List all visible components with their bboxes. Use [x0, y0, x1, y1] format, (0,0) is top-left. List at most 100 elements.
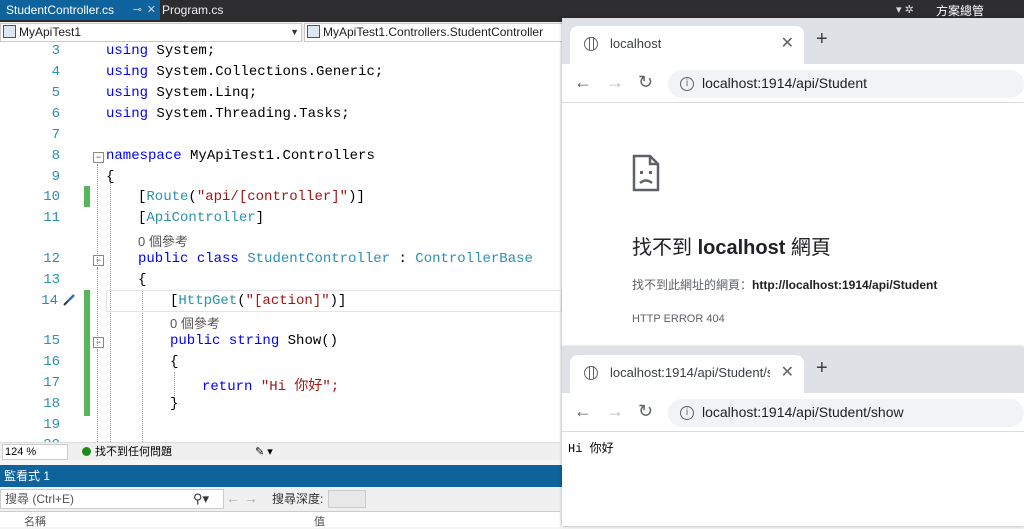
class-label: MyApiTest1.Controllers.StudentController — [323, 25, 544, 39]
watch-search-input[interactable]: 搜尋 (Ctrl+E) ⚲▾ — [0, 489, 224, 509]
line-number: 19 — [43, 417, 60, 433]
change-indicator — [84, 290, 90, 416]
column-value-header[interactable]: 值 — [314, 513, 325, 529]
tab-title: localhost:1914/api/Student/show — [610, 365, 770, 380]
browser-window-show: localhost:1914/api/Student/show ✕ + ← → … — [562, 347, 1024, 526]
project-icon — [3, 25, 16, 38]
line-number: 4 — [51, 64, 60, 80]
collapse-icon[interactable]: − — [93, 152, 104, 163]
tab-label: StudentController.cs — [6, 3, 115, 17]
code-line: using System; — [106, 43, 216, 59]
code-line: } — [170, 396, 179, 412]
line-number: 3 — [51, 43, 60, 59]
address-bar[interactable]: i localhost:1914/api/Student/show — [668, 399, 1024, 427]
watch-toolbar: 搜尋 (Ctrl+E) ⚲▾ ← → 搜尋深度: — [0, 487, 560, 511]
info-icon[interactable]: i — [680, 77, 694, 91]
code-line: { — [106, 169, 115, 185]
browser-tabstrip: localhost:1914/api/Student/show ✕ + — [562, 347, 1024, 393]
references-codelens[interactable]: 0 個參考 — [138, 231, 188, 250]
line-number: 11 — [43, 210, 60, 226]
code-line: [ApiController] — [138, 210, 265, 226]
line-number: 18 — [43, 396, 60, 412]
code-line: { — [138, 272, 147, 288]
line-number-gutter: 3 4 5 6 7 8 9 10 11 12 13 14 15 16 17 18… — [0, 42, 62, 453]
address-bar[interactable]: i localhost:1914/api/Student — [668, 70, 1024, 98]
collapse-icon[interactable]: − — [93, 255, 104, 266]
collapse-icon[interactable]: − — [93, 337, 104, 348]
code-line: using System.Threading.Tasks; — [106, 106, 350, 122]
browser-tab-localhost[interactable]: localhost ✕ — [570, 26, 804, 64]
line-number: 16 — [43, 354, 60, 370]
close-icon[interactable]: ✕ — [781, 362, 794, 382]
zoom-level-dropdown[interactable]: 124 % — [2, 444, 68, 460]
search-depth-dropdown[interactable] — [328, 490, 366, 508]
info-icon[interactable]: i — [680, 406, 694, 420]
search-icon[interactable]: ⚲▾ — [193, 490, 209, 508]
tab-student-controller[interactable]: StudentController.cs ⊸ ✕ — [0, 0, 160, 20]
response-body-text: Hi 你好 — [568, 442, 614, 456]
globe-icon — [584, 366, 598, 380]
line-number: 7 — [51, 127, 60, 143]
watch-column-headers: 名稱 值 — [0, 511, 560, 529]
error-title: 找不到 localhost 網頁 — [632, 237, 831, 259]
search-depth-label: 搜尋深度: — [272, 492, 324, 506]
window-options-icon[interactable]: ▾ ✲ — [896, 0, 914, 20]
line-number: 13 — [43, 272, 60, 288]
solution-explorer-title[interactable]: 方案總管 — [936, 0, 984, 20]
code-line: public class StudentController : Control… — [138, 251, 533, 267]
editor-status-bar: 124 % 找不到任何問題 ✎ ▾ — [0, 442, 560, 460]
line-number: 6 — [51, 106, 60, 122]
watch-window-title[interactable]: 監看式 1 — [0, 465, 564, 487]
change-indicator — [84, 186, 90, 207]
close-icon[interactable]: ✕ — [147, 0, 156, 20]
editor-navigation-bar: MyApiTest1 ▼ MyApiTest1.Controllers.Stud… — [0, 22, 566, 43]
code-line: using System.Collections.Generic; — [106, 64, 384, 80]
issues-label: 找不到任何問題 — [95, 446, 172, 458]
line-number: 15 — [43, 333, 60, 349]
class-dropdown[interactable]: MyApiTest1.Controllers.StudentController — [304, 23, 566, 42]
new-tab-icon[interactable]: + — [816, 357, 828, 380]
close-icon[interactable]: ✕ — [781, 33, 794, 53]
line-number: 10 — [43, 189, 60, 205]
code-line: { — [170, 354, 179, 370]
class-icon — [307, 25, 320, 38]
browser-tabstrip: localhost ✕ + — [562, 18, 1024, 64]
error-description: 找不到此網址的網頁：http://localhost:1914/api/Stud… — [632, 278, 938, 292]
back-icon[interactable]: ← — [574, 401, 592, 422]
search-nav-arrows-icon[interactable]: ← → — [226, 489, 258, 507]
tab-label: Program.cs — [162, 3, 224, 17]
search-placeholder: 搜尋 (Ctrl+E) — [5, 492, 75, 506]
references-codelens[interactable]: 0 個參考 — [170, 313, 220, 332]
back-icon[interactable]: ← — [574, 72, 592, 93]
forward-icon[interactable]: → — [606, 401, 624, 422]
code-editor[interactable]: 3 4 5 6 7 8 9 10 11 12 13 14 15 16 17 18… — [0, 42, 562, 453]
chevron-down-icon: ▼ — [290, 27, 299, 37]
reload-icon[interactable]: ↻ — [638, 401, 653, 422]
url-text: localhost:1914/api/Student — [702, 75, 868, 91]
forward-icon[interactable]: → — [606, 72, 624, 93]
reload-icon[interactable]: ↻ — [638, 72, 653, 93]
browser-toolbar: ← → ↻ i localhost:1914/api/Student — [562, 64, 1024, 103]
tab-title: localhost — [610, 36, 662, 51]
issues-indicator[interactable]: 找不到任何問題 — [82, 444, 172, 460]
browser-window-404: localhost ✕ + ← → ↻ i localhost:1914/api… — [562, 18, 1024, 348]
url-text: localhost:1914/api/Student/show — [702, 404, 904, 420]
globe-icon — [584, 37, 598, 51]
new-tab-icon[interactable]: + — [816, 28, 828, 51]
browser-tab-show[interactable]: localhost:1914/api/Student/show ✕ — [570, 355, 804, 393]
structure-guide — [142, 290, 143, 442]
code-line: [HttpGet("[action]")] — [170, 293, 347, 309]
line-number: 8 — [51, 148, 60, 164]
project-dropdown[interactable]: MyApiTest1 ▼ — [0, 23, 302, 42]
project-label: MyApiTest1 — [19, 25, 82, 39]
check-icon — [82, 447, 91, 456]
code-cleanup-dropdown[interactable]: ✎ ▾ — [255, 444, 273, 460]
tab-program[interactable]: Program.cs — [156, 0, 263, 20]
line-number: 17 — [43, 375, 60, 391]
column-name-header[interactable]: 名稱 — [24, 513, 46, 529]
pin-icon[interactable]: ⊸ — [133, 0, 142, 20]
broken-page-icon — [632, 154, 660, 192]
code-line: namespace MyApiTest1.Controllers — [106, 148, 375, 164]
paintbrush-icon[interactable] — [62, 293, 76, 307]
line-number: 9 — [51, 169, 60, 185]
